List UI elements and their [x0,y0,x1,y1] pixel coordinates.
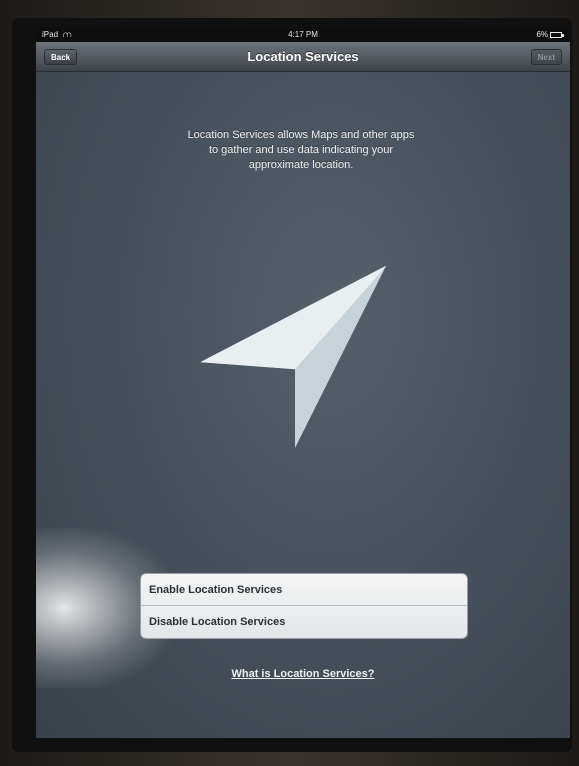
battery-icon [550,32,564,38]
page-title: Location Services [247,49,359,64]
battery-percent: 6% [536,30,548,39]
disable-location-option[interactable]: Disable Location Services [141,606,467,638]
status-bar: iPad ⩋ 4:17 PM 6% [36,28,570,42]
status-right: 6% [536,28,564,42]
status-time: 4:17 PM [288,30,318,39]
next-button[interactable]: Next [530,49,562,65]
navigation-bar: Back Location Services Next [36,42,570,72]
location-options-group: Enable Location Services Disable Locatio… [140,573,468,639]
what-is-location-link[interactable]: What is Location Services? [36,668,570,680]
screen: iPad ⩋ 4:17 PM 6% Back Location Services… [36,28,570,738]
location-description: Location Services allows Maps and other … [187,129,415,171]
enable-location-option[interactable]: Enable Location Services [141,574,467,606]
location-arrow-icon [201,266,387,448]
